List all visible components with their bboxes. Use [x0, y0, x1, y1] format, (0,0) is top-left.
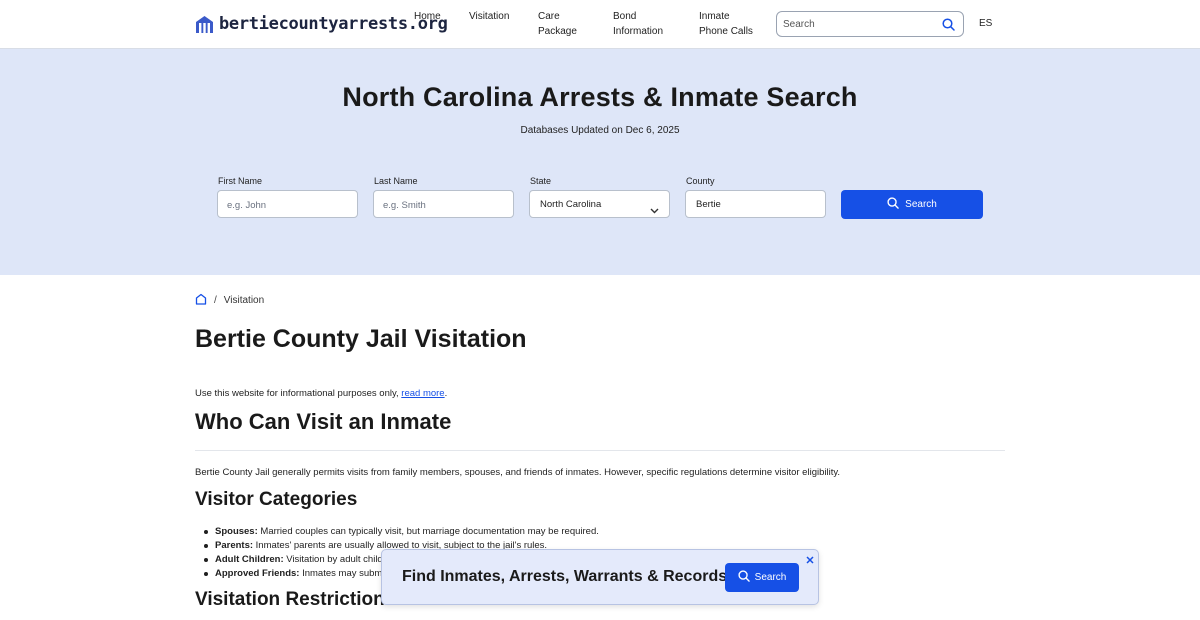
nav-care-package[interactable]: Care Package: [538, 10, 586, 39]
section-divider: [195, 450, 1005, 451]
search-icon: [887, 197, 899, 212]
search-icon[interactable]: [942, 18, 955, 36]
state-label: State: [530, 176, 552, 186]
section-paragraph: Bertie County Jail generally permits vis…: [195, 467, 841, 478]
breadcrumb-current: Visitation: [223, 295, 265, 306]
section-heading-visitor-categories: Visitor Categories: [195, 489, 358, 510]
nav-bond-information[interactable]: Bond Information: [613, 10, 671, 39]
list-item-term: Spouses:: [215, 526, 258, 537]
find-records-popup: Find Inmates, Arrests, Warrants & Record…: [381, 549, 819, 605]
breadcrumb-separator: /: [214, 295, 217, 306]
first-name-label: First Name: [218, 176, 263, 186]
search-icon: [738, 570, 750, 585]
header-search-input[interactable]: [783, 16, 938, 32]
nav-inmate-phone-calls[interactable]: Inmate Phone Calls: [699, 10, 761, 39]
disclaimer-end: .: [444, 388, 448, 399]
chevron-down-icon: [650, 201, 659, 219]
hero-search-button[interactable]: Search: [841, 190, 983, 219]
nav-home[interactable]: Home: [414, 10, 441, 25]
last-name-field: [373, 190, 514, 218]
home-icon[interactable]: [195, 293, 207, 308]
last-name-input[interactable]: [383, 198, 503, 212]
disclaimer: Use this website for informational purpo…: [195, 388, 447, 399]
disclaimer-text: Use this website for informational purpo…: [195, 388, 402, 399]
read-more-link[interactable]: read more: [401, 388, 444, 399]
language-toggle[interactable]: ES: [979, 18, 992, 29]
popup-text: Find Inmates, Arrests, Warrants & Record…: [402, 568, 728, 585]
first-name-input[interactable]: [227, 198, 347, 212]
breadcrumb: / Visitation: [195, 293, 264, 308]
page-title: Bertie County Jail Visitation: [195, 325, 527, 353]
list-item-term: Approved Friends:: [215, 568, 300, 579]
list-item-text: Married couples can typically visit, but…: [257, 526, 599, 537]
database-updated-text: Databases Updated on Dec 6, 2025: [520, 125, 680, 136]
list-item-term: Adult Children:: [215, 554, 284, 565]
county-label: County: [686, 176, 715, 186]
site-logo[interactable]: bertiecountyarrests.org: [195, 14, 448, 34]
last-name-label: Last Name: [374, 176, 418, 186]
state-value: North Carolina: [540, 199, 602, 210]
list-item-text: Inmates may submit: [299, 568, 388, 579]
nav-visitation[interactable]: Visitation: [469, 10, 509, 25]
list-item: Spouses: Married couples can typically v…: [204, 525, 599, 539]
popup-search-button-label: Search: [754, 572, 787, 583]
state-select[interactable]: North Carolina: [529, 190, 670, 218]
county-value: Bertie: [696, 199, 721, 210]
building-icon: [196, 15, 213, 33]
section-heading-visitation-restrictions: Visitation Restrictions: [195, 589, 396, 610]
list-item-term: Parents:: [215, 540, 254, 551]
hero-title: North Carolina Arrests & Inmate Search: [342, 82, 858, 112]
section-heading-who-can-visit: Who Can Visit an Inmate: [195, 409, 452, 434]
list-item-text: Visitation by adult child: [283, 554, 383, 565]
header-search: [776, 11, 964, 37]
first-name-field: [217, 190, 358, 218]
top-navigation-bar: bertiecountyarrests.org Home Visitation …: [0, 0, 1200, 49]
popup-search-button[interactable]: Search: [725, 563, 799, 592]
close-icon[interactable]: [803, 553, 817, 567]
hero-search-button-label: Search: [905, 199, 937, 210]
county-field[interactable]: Bertie: [685, 190, 826, 218]
